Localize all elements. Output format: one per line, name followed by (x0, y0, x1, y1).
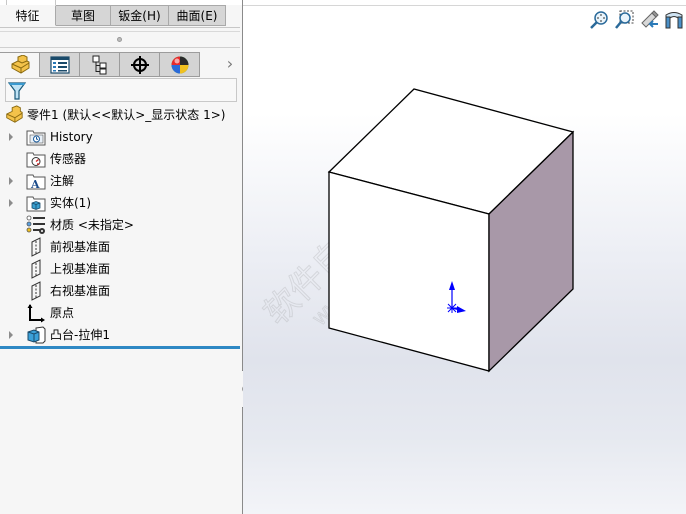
rollback-bar[interactable] (0, 346, 240, 349)
annotations-folder-icon: A (26, 174, 46, 191)
tree-item-label: 原点 (50, 306, 75, 320)
tree-item-label: 前视基准面 (50, 240, 111, 254)
svg-text:A: A (30, 178, 40, 191)
expand-arrow-icon[interactable] (9, 331, 13, 339)
crosshair-icon (130, 55, 149, 74)
plane-icon (31, 259, 41, 279)
tree-item-label: 上视基准面 (50, 262, 111, 276)
expand-arrow-icon[interactable] (9, 133, 13, 141)
tree-item-right-plane[interactable]: 右视基准面 (0, 280, 240, 302)
tab-propertymanager[interactable] (40, 52, 80, 77)
splitter-grip[interactable] (117, 37, 122, 42)
model-view[interactable]: 软件自学网 WWW.RJZXW.COM (243, 0, 686, 514)
part-icon (6, 105, 23, 123)
plane-icon (31, 237, 41, 257)
tree-item-sensors[interactable]: 传感器 (0, 148, 240, 170)
tab-surfaces[interactable]: 曲面(E) (169, 5, 226, 26)
part-icon (11, 55, 29, 74)
tree-item-label: 右视基准面 (50, 284, 111, 298)
filter-icon (8, 82, 26, 100)
tree-item-label: 实体(1) (50, 196, 91, 210)
divider (0, 27, 240, 28)
tree-item-solid-bodies[interactable]: 实体(1) (0, 192, 240, 214)
appearance-ball-icon (171, 56, 188, 73)
tab-dimxpertmanager[interactable] (120, 52, 160, 77)
expand-arrow-icon[interactable] (9, 177, 13, 185)
triad-origin-star (447, 303, 457, 313)
command-manager-tabs: 特征 草图 钣金(H) 曲面(E) (0, 5, 226, 27)
boss-extrude-icon (27, 326, 46, 344)
sensors-folder-icon (26, 152, 46, 168)
tree-root-label: 零件1 (默认<<默认>_显示状态 1>) (27, 108, 226, 122)
tree-item-label: History (50, 130, 93, 144)
tab-features[interactable]: 特征 (0, 5, 56, 26)
tree-item-front-plane[interactable]: 前视基准面 (0, 236, 240, 258)
feature-manager-panel: 特征 草图 钣金(H) 曲面(E) › 零件1 (默认<<默认>_显示状态 1>… (0, 0, 243, 514)
tree-item-label: 材质 <未指定> (50, 218, 134, 232)
tab-sheet-metal[interactable]: 钣金(H) (111, 5, 169, 26)
tab-displaymanager[interactable] (160, 52, 200, 77)
expand-arrow-icon[interactable] (9, 199, 13, 207)
tree-item-label: 注解 (50, 174, 75, 188)
history-folder-icon (26, 130, 46, 146)
graphics-area[interactable]: 软件自学网 WWW.RJZXW.COM (243, 0, 686, 514)
tree-item-material[interactable]: 材质 <未指定> (0, 214, 240, 236)
tree-item-origin[interactable]: 原点 (0, 302, 240, 324)
material-icon (26, 215, 45, 234)
tree-item-label: 凸台-拉伸1 (50, 328, 110, 342)
origin-icon (27, 304, 45, 323)
divider (0, 47, 240, 48)
solid-bodies-folder-icon (26, 196, 46, 212)
chevron-right-icon[interactable]: › (222, 55, 238, 73)
tab-sketch[interactable]: 草图 (56, 5, 111, 26)
tree-item-top-plane[interactable]: 上视基准面 (0, 258, 240, 280)
tab-configurationmanager[interactable] (80, 52, 120, 77)
filter-box[interactable] (5, 78, 237, 102)
tree-root-part[interactable]: 零件1 (默认<<默认>_显示状态 1>) (0, 104, 240, 126)
divider (0, 31, 240, 32)
property-list-icon (49, 55, 70, 74)
tab-featuremanager[interactable] (0, 52, 40, 77)
plane-icon (31, 281, 41, 301)
tree-item-annotations[interactable]: A 注解 (0, 170, 240, 192)
tree-item-label: 传感器 (50, 152, 87, 166)
tree-item-boss-extrude[interactable]: 凸台-拉伸1 (0, 324, 240, 346)
manager-tabs (0, 52, 200, 77)
configuration-tree-icon (92, 55, 106, 74)
tree-item-history[interactable]: History (0, 126, 240, 148)
